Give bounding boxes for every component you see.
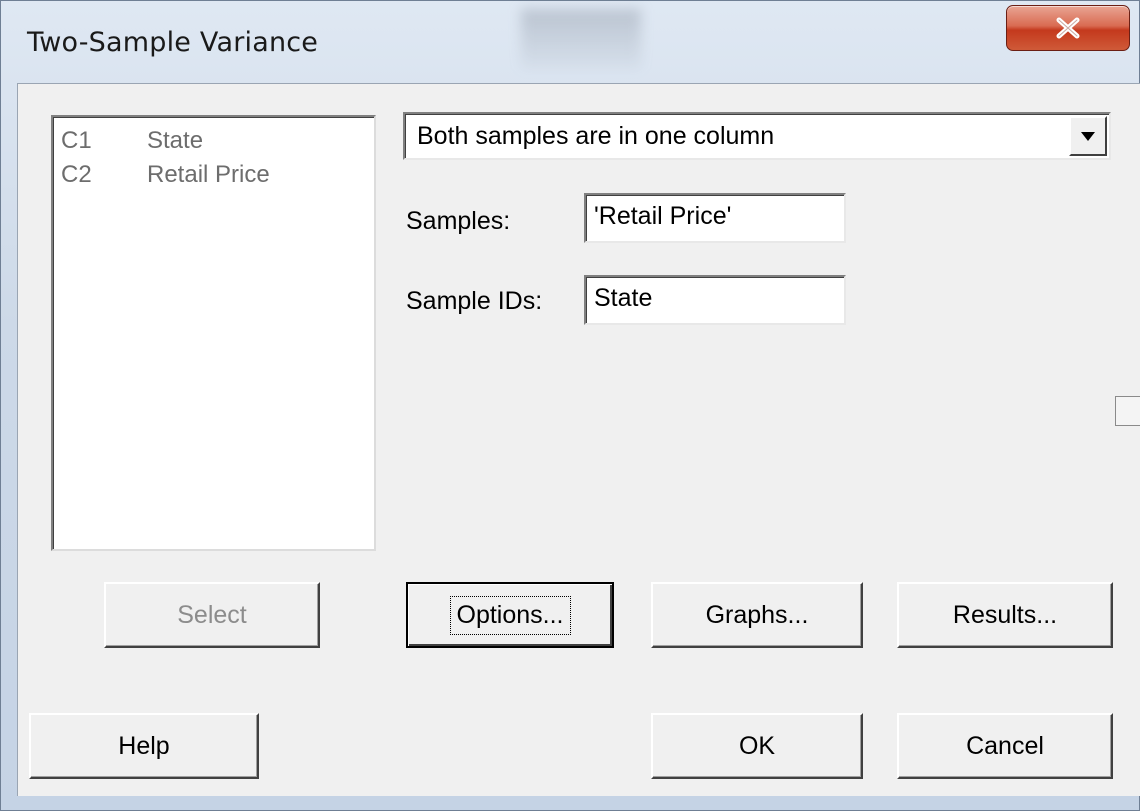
help-button-label: Help [118, 731, 170, 760]
select-button-label: Select [177, 600, 247, 629]
variable-column-id: C2 [61, 161, 92, 188]
help-button[interactable]: Help [29, 713, 259, 779]
variable-list[interactable]: C1 State C2 Retail Price [51, 115, 376, 551]
close-button[interactable] [1006, 5, 1130, 51]
results-button-label: Results... [952, 600, 1058, 629]
dropdown-toggle-button[interactable] [1069, 116, 1107, 156]
select-button[interactable]: Select [104, 582, 320, 648]
dialog-window: Two-Sample Variance C1 State C2 Retail Pri… [0, 0, 1140, 811]
chevron-down-icon [1081, 131, 1095, 141]
results-button[interactable]: Results... [897, 582, 1113, 648]
sample-ids-field-value: State [594, 284, 653, 312]
samples-field[interactable]: 'Retail Price' [584, 193, 846, 243]
list-item[interactable]: C1 State [61, 127, 203, 155]
variable-column-id: C1 [61, 127, 92, 154]
options-button-label: Options... [449, 595, 571, 635]
samples-field-value: 'Retail Price' [594, 202, 732, 230]
ok-button-label: OK [738, 731, 776, 760]
sample-ids-label: Sample IDs: [406, 287, 543, 315]
sample-ids-field[interactable]: State [584, 275, 846, 325]
sample-layout-dropdown[interactable]: Both samples are in one column [403, 112, 1111, 160]
window-edge-notch [1115, 396, 1140, 426]
options-button[interactable]: Options... [406, 582, 614, 648]
graphs-button-label: Graphs... [705, 600, 809, 629]
samples-label: Samples: [406, 207, 511, 235]
list-item[interactable]: C2 Retail Price [61, 161, 270, 189]
window-title: Two-Sample Variance [27, 27, 319, 58]
dropdown-selected-value: Both samples are in one column [417, 122, 775, 150]
title-bar-background-artifact [521, 9, 641, 69]
variable-name: Retail Price [147, 161, 270, 188]
variable-name: State [147, 127, 204, 154]
cancel-button[interactable]: Cancel [897, 713, 1113, 779]
cancel-button-label: Cancel [966, 731, 1044, 760]
close-icon [1056, 17, 1080, 39]
ok-button[interactable]: OK [651, 713, 863, 779]
graphs-button[interactable]: Graphs... [651, 582, 863, 648]
